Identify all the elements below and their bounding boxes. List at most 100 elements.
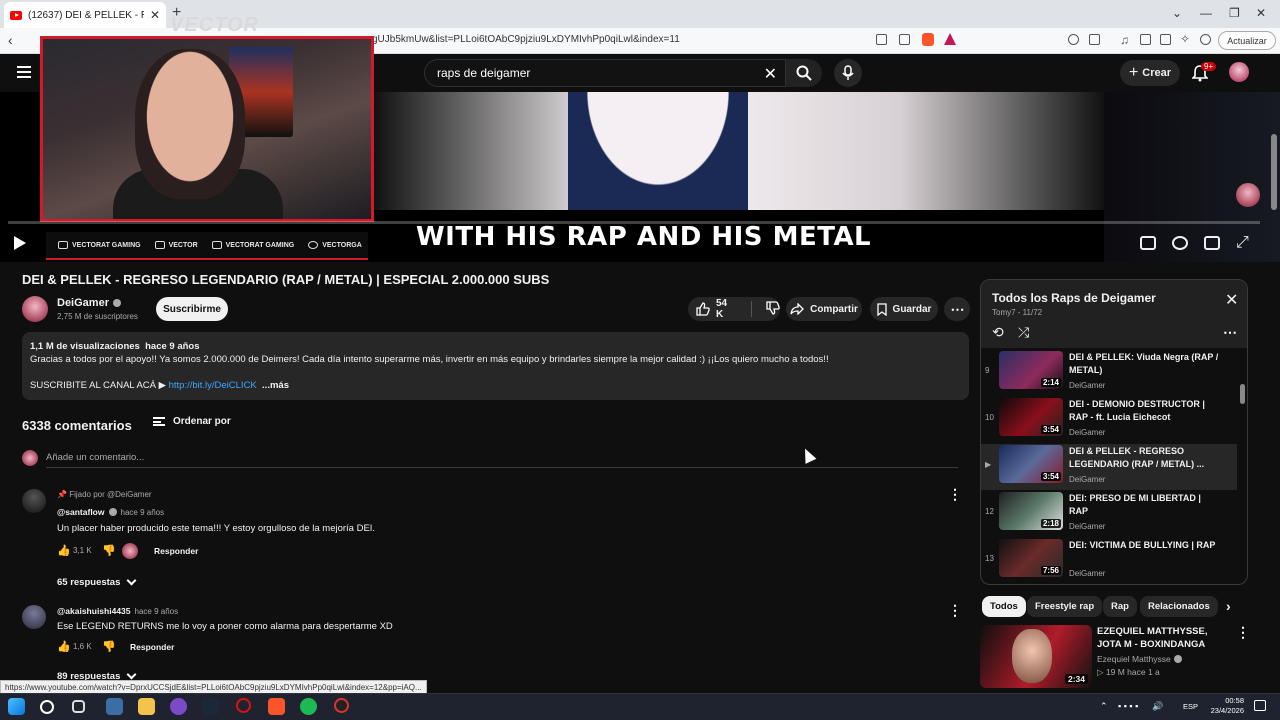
tray-icons[interactable]: ▪ ▪ ▪ ▪ <box>1118 701 1138 711</box>
volume-icon[interactable]: 🔊 <box>1152 701 1163 712</box>
subscribe-button[interactable]: Suscribirme <box>156 297 228 321</box>
share-button[interactable]: Compartir <box>786 297 862 321</box>
file-explorer-icon[interactable] <box>138 698 155 715</box>
page-scrollbar[interactable] <box>1271 134 1277 210</box>
url-field[interactable]: gUJb5kmUw&list=PLLoi6tOAbC9pjziu9LxDYMIv… <box>372 34 680 45</box>
playlist-scrollbar[interactable] <box>1240 384 1245 404</box>
close-tab-icon[interactable]: ✕ <box>150 8 160 22</box>
comment-dislike-icon[interactable]: 👎 <box>102 544 116 557</box>
chip-relacionados[interactable]: Relacionados <box>1140 596 1218 617</box>
save-button[interactable]: Guardar <box>870 297 938 321</box>
tray-chevron-icon[interactable]: ⌃ <box>1100 701 1108 712</box>
playlist-title[interactable]: Todos los Raps de Deigamer <box>992 291 1156 305</box>
comment-menu-icon[interactable]: ⋮ <box>948 486 962 503</box>
playlist-item-current[interactable]: ▶ 3:54 DEI & PELLEK - REGRESO LEGENDARIO… <box>981 444 1237 490</box>
channel-name[interactable]: DeiGamer <box>57 297 121 309</box>
update-button[interactable]: Actualizar <box>1218 31 1276 50</box>
fullscreen-icon[interactable]: ⤢ <box>1236 234 1249 252</box>
description-box[interactable]: 1,1 M de visualizaciones hace 9 años Gra… <box>22 332 969 400</box>
install-app-icon[interactable] <box>876 34 887 45</box>
subscribe-link[interactable]: http://bit.ly/DeiCLICK <box>169 380 257 391</box>
recommendation-thumbnail[interactable]: 2:34 <box>980 625 1092 688</box>
reading-list-icon[interactable] <box>1160 34 1171 45</box>
comment-like-icon[interactable]: 👍 <box>57 544 71 557</box>
recommendation-title[interactable]: EZEQUIEL MATTHYSSE, JOTA M - BOXINDANGA <box>1097 625 1227 651</box>
comment-age[interactable]: hace 9 años <box>135 607 179 616</box>
share-page-icon[interactable] <box>899 34 910 45</box>
add-comment-input[interactable]: Añade un comentario... <box>46 452 144 463</box>
search-input[interactable]: raps de deigamer ✕ <box>424 59 786 87</box>
comment-age[interactable]: hace 9 años <box>121 508 165 517</box>
back-icon[interactable]: ‹ <box>8 32 13 48</box>
theater-mode-icon[interactable] <box>1204 236 1220 250</box>
channel-avatar[interactable] <box>22 296 48 322</box>
comment-author[interactable]: @akaishuishi4435 <box>57 606 131 616</box>
comment-author[interactable]: @santaflow <box>57 507 105 517</box>
menu-icon[interactable] <box>17 66 31 78</box>
brave-rewards-icon[interactable] <box>944 33 956 45</box>
clock[interactable]: 00:58 23/4/2026 <box>1204 696 1244 716</box>
maximize-icon[interactable]: ❐ <box>1229 6 1240 20</box>
like-button[interactable]: 54 K <box>696 298 737 320</box>
windows-start-icon[interactable] <box>8 698 25 715</box>
chip-rap[interactable]: Rap <box>1103 596 1137 617</box>
playlist-item[interactable]: 10 3:54 DEI - DEMONIO DESTRUCTOR | RAP -… <box>981 397 1237 443</box>
app-icon[interactable] <box>106 698 123 715</box>
sidebar-icon[interactable] <box>1140 34 1151 45</box>
leo-ai-icon[interactable]: ✧ <box>1180 32 1190 46</box>
brave-icon[interactable] <box>268 698 285 715</box>
search-icon[interactable] <box>40 700 54 714</box>
youtube-icon <box>58 241 68 249</box>
comment-avatar[interactable] <box>22 605 46 629</box>
chip-todos[interactable]: Todos <box>982 596 1026 617</box>
channel-watermark-icon[interactable] <box>1236 183 1260 207</box>
show-more-link[interactable]: ...más <box>262 380 289 391</box>
spotify-icon[interactable] <box>300 698 317 715</box>
opera-icon[interactable] <box>236 698 251 713</box>
reply-button[interactable]: Responder <box>154 546 198 556</box>
comment-dislike-icon[interactable]: 👎 <box>102 640 116 653</box>
browser-tab[interactable]: (12637) DEI & PELLEK - REGRES ✕ <box>4 2 166 28</box>
create-button[interactable]: + Crear <box>1120 60 1180 86</box>
brave-shield-icon[interactable] <box>922 33 934 46</box>
playlist-item[interactable]: 12 2:18 DEI: PRESO DE MI LIBERTAD | RAP … <box>981 491 1237 537</box>
minimize-icon[interactable]: — <box>1200 6 1212 20</box>
music-icon[interactable]: ♫ <box>1120 33 1129 47</box>
wallet-icon[interactable] <box>1089 34 1100 45</box>
shuffle-icon[interactable]: ⤮ <box>1018 324 1029 341</box>
reply-button[interactable]: Responder <box>130 642 174 652</box>
voice-search-button[interactable] <box>834 59 862 87</box>
discord-icon[interactable] <box>170 698 187 715</box>
sort-comments-button[interactable]: Ordenar por <box>153 416 231 427</box>
extensions-icon[interactable] <box>1068 34 1079 45</box>
task-view-icon[interactable] <box>72 700 85 713</box>
playlist-menu-icon[interactable]: ⋯ <box>1223 324 1237 341</box>
show-replies-button[interactable]: 65 respuestas <box>57 575 137 588</box>
loop-icon[interactable]: ⟲ <box>992 324 1004 341</box>
more-actions-button[interactable]: ⋯ <box>944 297 970 321</box>
close-window-icon[interactable]: ✕ <box>1256 6 1266 20</box>
obs-icon[interactable] <box>334 698 349 713</box>
settings-gear-icon[interactable] <box>1172 236 1188 250</box>
comment-like-icon[interactable]: 👍 <box>57 640 71 653</box>
vpn-icon[interactable] <box>1200 34 1211 45</box>
recommendation-menu-icon[interactable]: ⋮ <box>1236 624 1250 641</box>
steam-icon[interactable] <box>202 698 219 715</box>
close-playlist-icon[interactable]: ✕ <box>1225 290 1238 310</box>
comment-avatar[interactable] <box>22 489 46 513</box>
comment-menu-icon[interactable]: ⋮ <box>948 602 962 619</box>
notifications-center-icon[interactable] <box>1254 700 1266 711</box>
chip-freestyle-rap[interactable]: Freestyle rap <box>1027 596 1103 617</box>
recommendation-channel[interactable]: Ezequiel Matthysse <box>1097 654 1182 664</box>
tab-search-icon[interactable]: ⌄ <box>1172 6 1182 20</box>
language-indicator[interactable]: ESP <box>1183 702 1198 711</box>
chevron-right-icon[interactable]: › <box>1226 598 1231 614</box>
dislike-button[interactable] <box>766 300 780 318</box>
search-button[interactable] <box>786 59 822 87</box>
playlist-item[interactable]: 9 2:14 DEI & PELLEK: Viuda Negra (RAP / … <box>981 350 1237 396</box>
account-avatar[interactable] <box>1229 62 1249 82</box>
playlist-item[interactable]: 13 7:56 DEI: VICTIMA DE BULLYING | RAP D… <box>981 538 1237 584</box>
clear-search-icon[interactable]: ✕ <box>764 64 777 84</box>
play-icon[interactable] <box>14 236 26 250</box>
subtitles-icon[interactable] <box>1140 236 1156 250</box>
